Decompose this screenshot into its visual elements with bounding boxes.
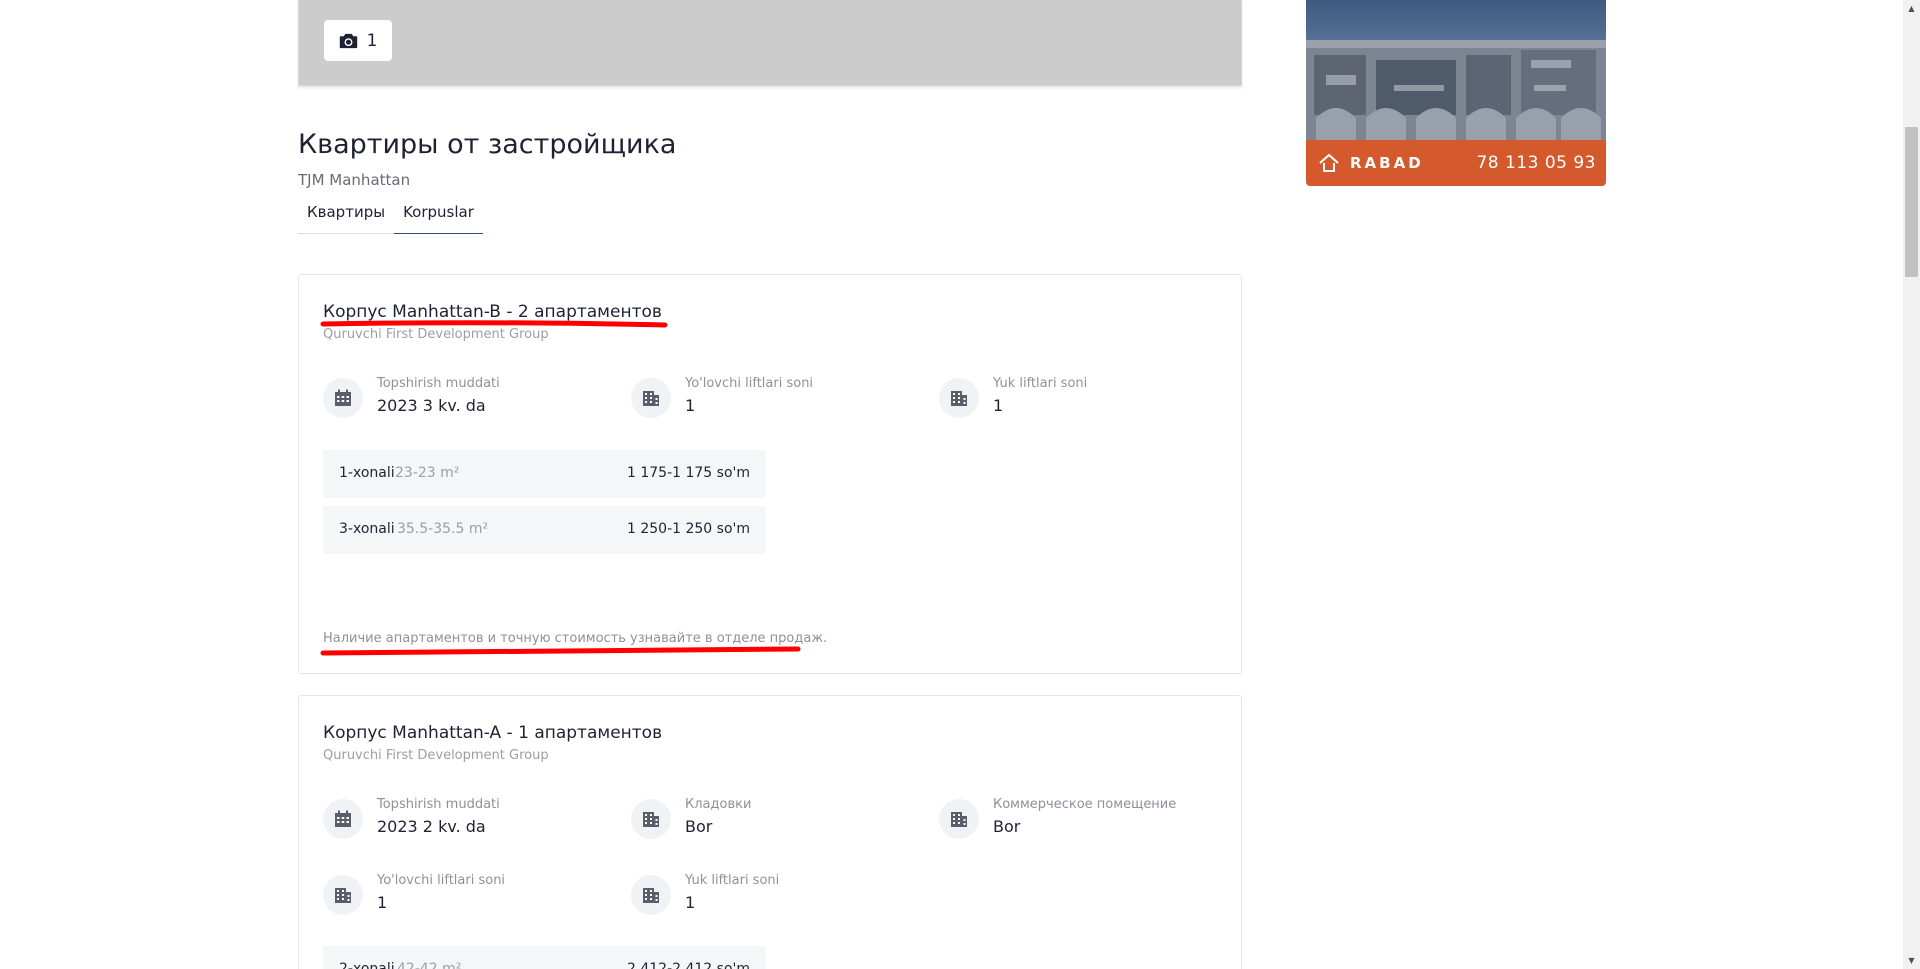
stat-delivery: Topshirish muddati 2023 2 kv. da xyxy=(323,797,623,841)
ad-building-illustration xyxy=(1306,40,1606,140)
section-subtitle: TJM Manhattan xyxy=(298,171,411,189)
building-developer: Quruvchi First Development Group xyxy=(323,748,549,763)
calendar-icon xyxy=(335,389,351,406)
page-scrollbar[interactable]: ▲ ▼ xyxy=(1903,0,1920,969)
building-icon xyxy=(335,888,351,903)
building-icon xyxy=(643,888,659,903)
stat-cargo-lifts: Yuk liftlari soni 1 xyxy=(939,376,1239,420)
stat-storage: Кладовки Bor xyxy=(631,797,931,841)
stat-commercial: Коммерческое помещение Bor xyxy=(939,797,1239,841)
stat-passenger-lifts: Yo'lovchi liftlari soni 1 xyxy=(323,873,623,917)
ad-phone[interactable]: 78 113 05 93 xyxy=(1476,153,1596,173)
stat-delivery: Topshirish muddati 2023 3 kv. da xyxy=(323,376,623,420)
rabad-logo: RABAD xyxy=(1318,153,1424,173)
ad-brand: RABAD xyxy=(1350,154,1424,172)
building-icon xyxy=(951,391,967,406)
building-icon xyxy=(643,391,659,406)
tab-korpuslar[interactable]: Korpuslar xyxy=(394,198,483,234)
building-card: Корпус Manhattan-B - 2 апартаментов Quru… xyxy=(298,274,1242,674)
page: 1 RABAD 78 113 05 93 Квартиры от застрой… xyxy=(0,0,1920,969)
camera-icon xyxy=(339,33,357,48)
ad-footer-bar: RABAD 78 113 05 93 xyxy=(1306,140,1606,186)
photo-gallery[interactable]: 1 xyxy=(298,0,1242,86)
scrollbar-thumb[interactable] xyxy=(1905,127,1918,277)
building-card: Корпус Manhattan-A - 1 апартаментов Quru… xyxy=(298,695,1242,969)
annotation-underline xyxy=(320,646,801,656)
house-logo-icon xyxy=(1319,153,1339,172)
calendar-icon xyxy=(335,810,351,827)
room-row[interactable]: 2-xonali 42-42 m² 2 412-2 412 so'm xyxy=(323,946,766,969)
room-row[interactable]: 1-xonali 23-23 m² 1 175-1 175 so'm xyxy=(323,450,766,498)
room-row[interactable]: 3-xonali 35.5-35.5 m² 1 250-1 250 so'm xyxy=(323,506,766,554)
tabs: Квартиры Korpuslar xyxy=(298,198,483,234)
stat-cargo-lifts: Yuk liftlari soni 1 xyxy=(631,873,931,917)
rabad-ad-banner[interactable]: RABAD 78 113 05 93 xyxy=(1306,0,1606,186)
stat-passenger-lifts: Yo'lovchi liftlari soni 1 xyxy=(631,376,931,420)
photo-count-value: 1 xyxy=(366,30,378,51)
tab-apartments[interactable]: Квартиры xyxy=(298,198,395,234)
scroll-down-arrow-icon[interactable]: ▼ xyxy=(1903,952,1920,969)
section-title: Квартиры от застройщика xyxy=(298,129,677,160)
scroll-up-arrow-icon[interactable]: ▲ xyxy=(1903,0,1920,17)
building-icon xyxy=(951,812,967,827)
annotation-underline xyxy=(320,320,668,328)
photo-count-button[interactable]: 1 xyxy=(324,20,392,61)
building-title[interactable]: Корпус Manhattan-A - 1 апартаментов xyxy=(323,723,662,743)
building-icon xyxy=(643,812,659,827)
